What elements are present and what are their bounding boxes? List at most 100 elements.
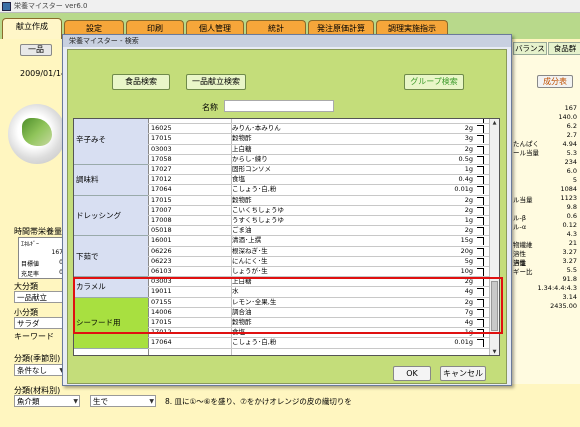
table-row[interactable]: 17058 からし･練り 0.5g (148, 155, 489, 165)
nutrition-value: 234 (564, 158, 577, 166)
table-row[interactable]: 17027 固形コンソメ 1g (148, 165, 489, 176)
food-name: 清酒･上撰 (232, 236, 262, 245)
row-marker-icon (477, 339, 484, 348)
nutrient-label: ール当量 (513, 149, 539, 157)
table-row[interactable]: 17008 うすくちしょうゆ 1g (148, 216, 489, 227)
food-code: 17015 (151, 134, 172, 143)
row-marker-icon (477, 237, 484, 246)
name-input[interactable] (224, 100, 334, 112)
table-row[interactable]: 06223 にんにく･生 5g (148, 257, 489, 267)
nutrition-value: 4.94 (562, 140, 577, 148)
row-marker-icon (477, 186, 484, 195)
ippin-button[interactable]: 一品 (20, 44, 52, 56)
table-row[interactable]: 17007 こいくちしょうゆ 2g (148, 206, 489, 216)
row-marker-icon (477, 135, 484, 144)
food-name: こいくちしょうゆ (232, 205, 284, 214)
food-code: 17064 (151, 185, 172, 194)
tab-balance[interactable]: バランス (513, 42, 547, 55)
app-title: 栄養マイスター ver6.0 (14, 2, 88, 10)
food-amount: 0.01g (454, 185, 473, 194)
food-code: 03003 (151, 144, 172, 153)
row-marker-icon (477, 217, 484, 225)
food-amount: 20g (460, 246, 473, 255)
app-icon (2, 1, 11, 11)
menu-date: 2009/01/14 (20, 69, 67, 78)
food-name: 固形コンソメ (232, 165, 271, 173)
food-name: こしょう･白,粉 (232, 338, 277, 347)
table-row[interactable]: 17064 こしょう･白,粉 0.01g (148, 185, 489, 196)
food-amount: 15g (460, 236, 473, 245)
food-code: 17012 (151, 175, 172, 184)
season-label: 分類(季節別) (14, 354, 61, 363)
nutrition-value: 21 (568, 239, 577, 247)
daibunrui-field[interactable]: 一品献立 (14, 291, 66, 303)
scroll-down-icon[interactable]: ▼ (490, 348, 499, 355)
nutrition-side-panel: バランス 食品群 成分表 167 140.0 6.2 2.7 4.94 5.3 234 6.0… (510, 42, 580, 384)
food-amount: 2g (464, 195, 473, 204)
nutrition-value: 3.27 (562, 248, 577, 256)
table-row[interactable]: 17015 穀物酢 3g (148, 134, 489, 145)
food-name: 穀物酢 (232, 195, 252, 204)
nutrient-label: 溶性 (513, 259, 526, 267)
season-dropdown[interactable]: 条件なし (14, 364, 66, 376)
nutrient-label: ル-α (513, 223, 527, 231)
row-marker-icon (477, 155, 484, 164)
highlight-annotation (73, 277, 503, 334)
group-cell[interactable]: 辛子みそ (74, 119, 148, 165)
table-row[interactable]: 05018 ごま油 2g (148, 226, 489, 237)
nutrient-label: ル当量 (513, 196, 533, 204)
food-name: こしょう･白,粉 (232, 185, 277, 194)
table-row[interactable]: 06103 しょうが･生 10g (148, 267, 489, 278)
component-table-button[interactable]: 成分表 (537, 75, 573, 88)
name-label: 名称 (202, 103, 218, 112)
row-marker-icon (477, 268, 484, 276)
table-row[interactable]: 16001 清酒･上撰 15g (148, 236, 489, 247)
group-search-button[interactable]: グループ検索 (404, 74, 464, 90)
table-row[interactable]: 17012 食塩 0.4g (148, 175, 489, 186)
dish-photo (8, 104, 66, 164)
nutrition-value: 1.34:4.4:4.3 (537, 284, 577, 292)
food-amount: 0.01g (454, 338, 473, 347)
table-row[interactable]: 03003 上白糖 2g (148, 145, 489, 155)
row-marker-icon (477, 247, 484, 256)
nutrition-value: 4.3 (566, 230, 577, 238)
row-marker-icon (477, 145, 484, 154)
scroll-up-icon[interactable]: ▲ (490, 119, 499, 128)
nutrition-value: 167 (564, 104, 577, 112)
food-name: ごま油 (232, 226, 252, 235)
fill-rate-label: 充足率 (21, 271, 40, 278)
table-row[interactable]: 06226 根深ねぎ･生 20g (148, 247, 489, 257)
table-row[interactable]: 16025 みりん･本みりん 2g (148, 124, 489, 135)
food-code: 05018 (151, 226, 172, 235)
group-cell[interactable]: ドレッシング (74, 195, 148, 237)
food-amount: 1g (464, 165, 473, 173)
table-row[interactable]: 17064 こしょう･白,粉 0.01g (148, 338, 489, 349)
nutrition-value: 3.27 (562, 257, 577, 265)
nutrition-value: 91.8 (562, 275, 577, 283)
food-code: 16025 (151, 124, 172, 133)
instruction-text: 8. 皿に①～⑥を盛り、⑦をかけオレンジの皮の繊切りを (165, 397, 352, 406)
row-marker-icon (477, 119, 484, 123)
nutrition-mini-table: ｴﾈﾙｷﾞｰ 167 目標値 0 充足率 0 (18, 237, 66, 279)
row-marker-icon (477, 176, 484, 185)
energy-label: ｴﾈﾙｷﾞｰ (21, 241, 40, 248)
nutrition-value: 2435.00 (550, 302, 577, 310)
group-cell[interactable]: 調味料 (74, 165, 148, 196)
cancel-button[interactable]: キャンセル (440, 366, 486, 381)
tab-0[interactable]: 献立作成 (2, 18, 62, 39)
material-dropdown[interactable]: 魚介類 (14, 395, 80, 407)
food-code: 17064 (151, 338, 172, 347)
food-code: 17015 (151, 195, 172, 204)
table-row[interactable]: 17015 穀物酢 2g (148, 196, 489, 206)
nutrition-value: 5.5 (566, 266, 577, 274)
tab-food-group[interactable]: 食品群 (548, 42, 580, 55)
dialog-title: 栄養マイスター - 検索 (63, 35, 511, 47)
cooking-method-dropdown[interactable]: 生で (90, 395, 156, 407)
group-cell[interactable]: 下茹で (74, 236, 148, 278)
food-search-button[interactable]: 食品検索 (112, 74, 170, 90)
ok-button[interactable]: OK (393, 366, 431, 381)
row-marker-icon (477, 196, 484, 205)
shobunrui-field[interactable]: サラダ (14, 317, 66, 329)
ippin-search-button[interactable]: 一品献立検索 (186, 74, 246, 90)
food-name: しょうが･生 (232, 267, 268, 275)
